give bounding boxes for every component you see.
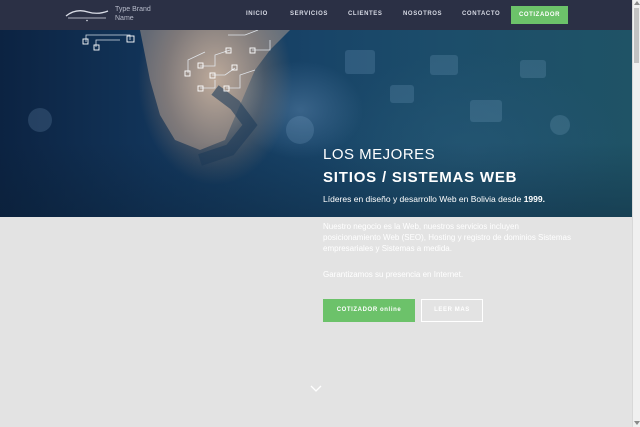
brand-name: Type Brand Name	[115, 5, 175, 23]
hero-overlay	[0, 30, 632, 217]
cotizador-online-button[interactable]: COTIZADOR online	[323, 299, 415, 322]
scroll-down-arrow-icon[interactable]	[634, 421, 640, 425]
brand-line-2: Name	[115, 15, 134, 22]
nav-inicio[interactable]: INICIO	[246, 11, 268, 17]
hero-lead-text: Líderes en diseño y desarrollo Web en Bo…	[323, 194, 545, 204]
cotizador-nav-button[interactable]: COTIZADOR	[511, 6, 568, 24]
hero-lead-main: Líderes en diseño y desarrollo Web en Bo…	[323, 194, 522, 204]
leer-mas-button[interactable]: LEER MAS	[421, 299, 483, 322]
chevron-down-icon[interactable]	[310, 385, 322, 393]
scroll-thumb[interactable]	[634, 8, 639, 63]
hero-tagline: Garantizamos su presencia en Internet.	[323, 270, 464, 279]
page-scrollbar[interactable]	[632, 0, 640, 427]
company-logo[interactable]	[64, 7, 110, 23]
top-navbar: Type Brand Name INICIO SERVICIOS CLIENTE…	[0, 0, 632, 30]
hero-description: Nuestro negocio es la Web, nuestros serv…	[323, 222, 571, 253]
nav-contacto[interactable]: CONTACTO	[462, 11, 500, 17]
nav-servicios[interactable]: SERVICIOS	[290, 11, 328, 17]
hero-title-line-1: LOS MEJORES	[323, 146, 436, 163]
nav-clientes[interactable]: CLIENTES	[348, 11, 382, 17]
nav-nosotros[interactable]: NOSOTROS	[403, 11, 442, 17]
hero-title-line-2: SITIOS / SISTEMAS WEB	[323, 169, 518, 186]
scroll-up-arrow-icon[interactable]	[634, 1, 640, 5]
hero-image	[0, 30, 632, 217]
brand-line-1: Type Brand	[115, 6, 151, 13]
hero-lead-year: 1999.	[523, 194, 545, 204]
